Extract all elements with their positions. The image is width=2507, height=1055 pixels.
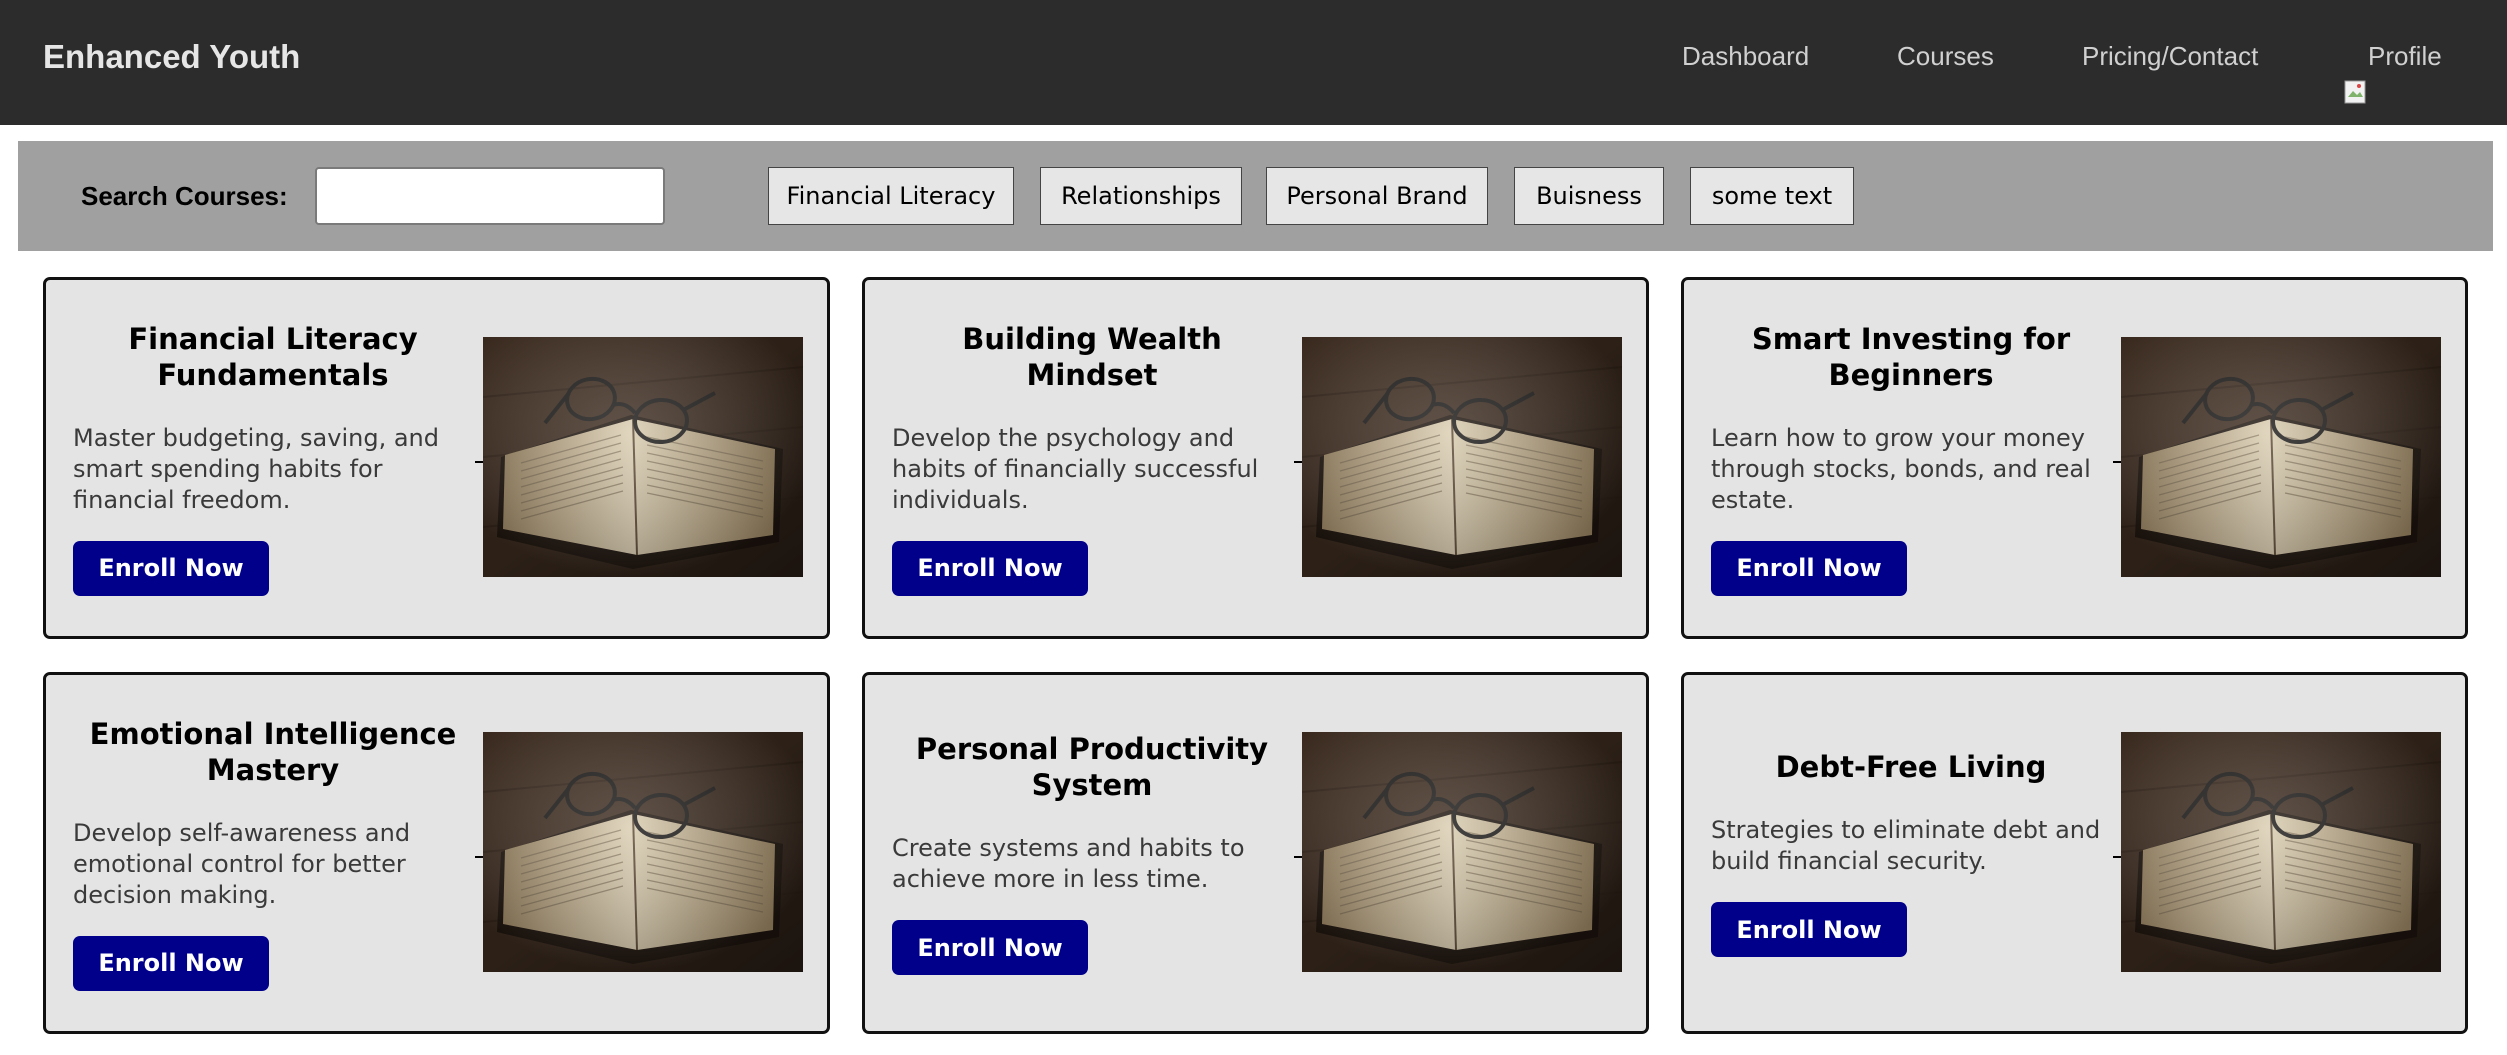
course-description: Learn how to grow your money through sto…: [1711, 423, 2091, 514]
course-card: Emotional Intelligence Mastery Develop s…: [43, 672, 830, 1034]
filter-relationships-button[interactable]: Relationships: [1040, 167, 1242, 225]
course-description: Master budgeting, saving, and smart spen…: [73, 423, 439, 514]
course-description: Develop the psychology and habits of fin…: [892, 423, 1259, 514]
enroll-now-button[interactable]: Enroll Now: [1711, 540, 1907, 596]
search-courses-label: Search Courses:: [81, 181, 288, 211]
filter-business-button[interactable]: Buisness: [1514, 167, 1664, 225]
divider-tick: [475, 461, 483, 463]
nav-dashboard-link[interactable]: Dashboard: [1682, 0, 1809, 113]
course-card: Building Wealth Mindset Develop the psyc…: [862, 277, 1649, 639]
course-title: Building Wealth Mindset: [962, 321, 1222, 392]
course-thumbnail-book-image: [2121, 337, 2441, 577]
nav-courses-link[interactable]: Courses: [1897, 0, 1994, 113]
course-thumbnail-book-image: [483, 337, 803, 577]
course-thumbnail-book-image: [483, 732, 803, 972]
nav-pricing-contact-link[interactable]: Pricing/Contact: [2082, 0, 2258, 113]
filter-financial-literacy-button[interactable]: Financial Literacy: [768, 167, 1014, 225]
course-card: Financial Literacy Fundamentals Master b…: [43, 277, 830, 639]
course-description: Strategies to eliminate debt and build f…: [1711, 816, 2101, 875]
course-card: Smart Investing for Beginners Learn how …: [1681, 277, 2468, 639]
course-description: Create systems and habits to achieve mor…: [892, 834, 1245, 893]
course-card-content: Building Wealth Mindset Develop the psyc…: [892, 280, 1292, 636]
course-card-content: Debt-Free Living Strategies to eliminate…: [1711, 675, 2111, 1031]
divider-tick: [2113, 856, 2121, 858]
enroll-now-button[interactable]: Enroll Now: [1711, 902, 1907, 957]
course-thumbnail-book-image: [1302, 732, 1622, 972]
top-navbar: Enhanced Youth Dashboard Courses Pricing…: [0, 0, 2507, 125]
enroll-now-button[interactable]: Enroll Now: [892, 920, 1088, 975]
enroll-now-button[interactable]: Enroll Now: [892, 540, 1088, 596]
divider-tick: [2113, 461, 2121, 463]
course-card-content: Smart Investing for Beginners Learn how …: [1711, 280, 2111, 636]
course-thumbnail-book-image: [2121, 732, 2441, 972]
divider-tick: [1294, 856, 1302, 858]
divider-tick: [475, 856, 483, 858]
course-title: Smart Investing for Beginners: [1751, 321, 2071, 392]
course-filter-bar: Search Courses: Financial Literacy Relat…: [18, 141, 2493, 251]
course-card-content: Personal Productivity System Create syst…: [892, 675, 1292, 1031]
course-title: Personal Productivity System: [915, 732, 1269, 802]
course-card: Debt-Free Living Strategies to eliminate…: [1681, 672, 2468, 1034]
course-title: Emotional Intelligence Mastery: [89, 716, 457, 787]
search-courses-input[interactable]: [315, 167, 665, 225]
course-title: Debt-Free Living: [1775, 750, 2047, 784]
broken-image-icon: [2344, 39, 2366, 103]
profile-alt-text: Profile: [2368, 41, 2442, 71]
course-title: Financial Literacy Fundamentals: [128, 321, 418, 392]
filter-some-text-button[interactable]: some text: [1690, 167, 1854, 225]
course-card-content: Emotional Intelligence Mastery Develop s…: [73, 675, 473, 1031]
brand-logo-text[interactable]: Enhanced Youth: [43, 0, 300, 113]
enroll-now-button[interactable]: Enroll Now: [73, 540, 269, 596]
enroll-now-button[interactable]: Enroll Now: [73, 935, 269, 991]
course-card: Personal Productivity System Create syst…: [862, 672, 1649, 1034]
nav-profile-link[interactable]: Profile: [2344, 0, 2442, 113]
course-thumbnail-book-image: [1302, 337, 1622, 577]
divider-tick: [1294, 461, 1302, 463]
course-card-content: Financial Literacy Fundamentals Master b…: [73, 280, 473, 636]
course-description: Develop self-awareness and emotional con…: [73, 818, 411, 909]
filter-personal-brand-button[interactable]: Personal Brand: [1266, 167, 1488, 225]
